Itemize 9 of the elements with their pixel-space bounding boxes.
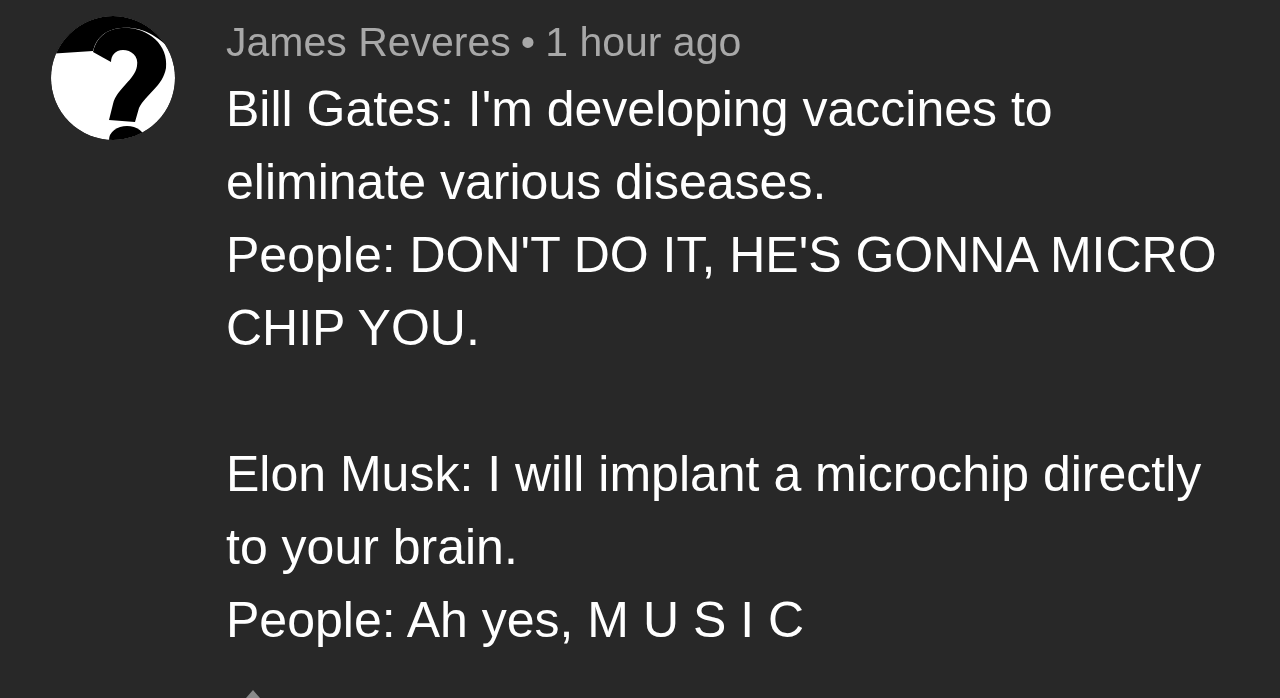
comment-text: Bill Gates: I'm developing vaccines to eliminate various diseases. bbox=[226, 80, 1054, 212]
avatar-icon[interactable] bbox=[51, 16, 175, 140]
comment-text: People: Ah yes, M U S I C bbox=[226, 591, 806, 650]
comment-time: 1 hour ago bbox=[545, 18, 742, 66]
separator-dot: • bbox=[520, 18, 536, 66]
triangle-icon bbox=[246, 690, 260, 698]
author-name[interactable]: James Reveres bbox=[226, 18, 511, 66]
comment-text: People: DON'T DO IT, HE'S GONNA MICRO CHIP YOU. bbox=[226, 226, 1218, 358]
comment-text: Elon Musk: I will implant a microchip directly to your brain. bbox=[226, 445, 1203, 577]
